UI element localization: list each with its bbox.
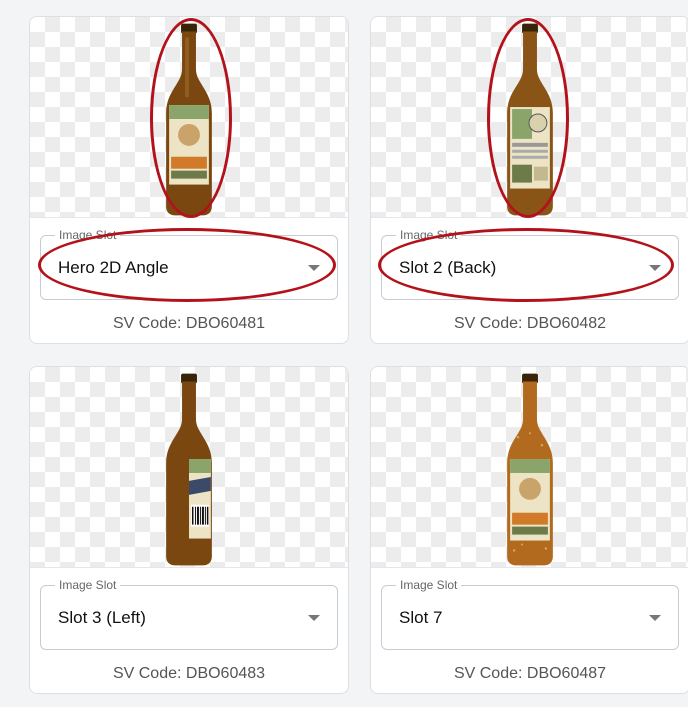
image-card-4: Image Slot Slot 7 SV Code: DBO60487 (370, 366, 688, 694)
chevron-down-icon[interactable] (649, 615, 661, 621)
chevron-down-icon[interactable] (308, 615, 320, 621)
image-slot-value: Slot 7 (399, 608, 443, 627)
beer-bottle-image (507, 373, 553, 566)
image-slot-label: Image Slot (55, 228, 121, 242)
beer-bottle-image (166, 373, 212, 566)
image-slot-select[interactable]: Image Slot Hero 2D Angle (40, 228, 338, 300)
image-slot-select[interactable]: Image Slot Slot 7 (381, 578, 679, 650)
sv-code-text: SV Code: DBO60487 (453, 665, 607, 682)
chevron-down-icon[interactable] (308, 265, 320, 271)
product-image-grid: Image Slot Hero 2D Angle SV Code: DBO604… (0, 0, 688, 707)
image-slot-label: Image Slot (396, 578, 462, 592)
image-slot-select[interactable]: Image Slot Slot 3 (Left) (40, 578, 338, 650)
image-slot-value: Slot 3 (Left) (58, 608, 146, 627)
image-card-3: Image Slot Slot 3 (Left) SV Code: DBO604… (29, 366, 349, 694)
image-card-1: Image Slot Hero 2D Angle SV Code: DBO604… (29, 16, 349, 344)
sv-code-text: SV Code: DBO60483 (112, 665, 266, 682)
product-image-thumbnail[interactable] (30, 367, 348, 568)
image-slot-select[interactable]: Image Slot Slot 2 (Back) (381, 228, 679, 300)
beer-bottle-image (166, 23, 212, 216)
image-slot-label: Image Slot (55, 578, 121, 592)
image-slot-value: Slot 2 (Back) (399, 258, 497, 277)
product-image-thumbnail[interactable] (30, 17, 348, 218)
image-card-2: Image Slot Slot 2 (Back) SV Code: DBO604… (370, 16, 688, 344)
sv-code-text: SV Code: DBO60482 (453, 315, 607, 332)
product-image-thumbnail[interactable] (371, 17, 688, 218)
product-image-thumbnail[interactable] (371, 367, 688, 568)
sv-code-text: SV Code: DBO60481 (112, 315, 266, 332)
image-slot-value: Hero 2D Angle (58, 258, 169, 277)
chevron-down-icon[interactable] (649, 265, 661, 271)
beer-bottle-image (507, 23, 553, 216)
image-slot-label: Image Slot (396, 228, 462, 242)
